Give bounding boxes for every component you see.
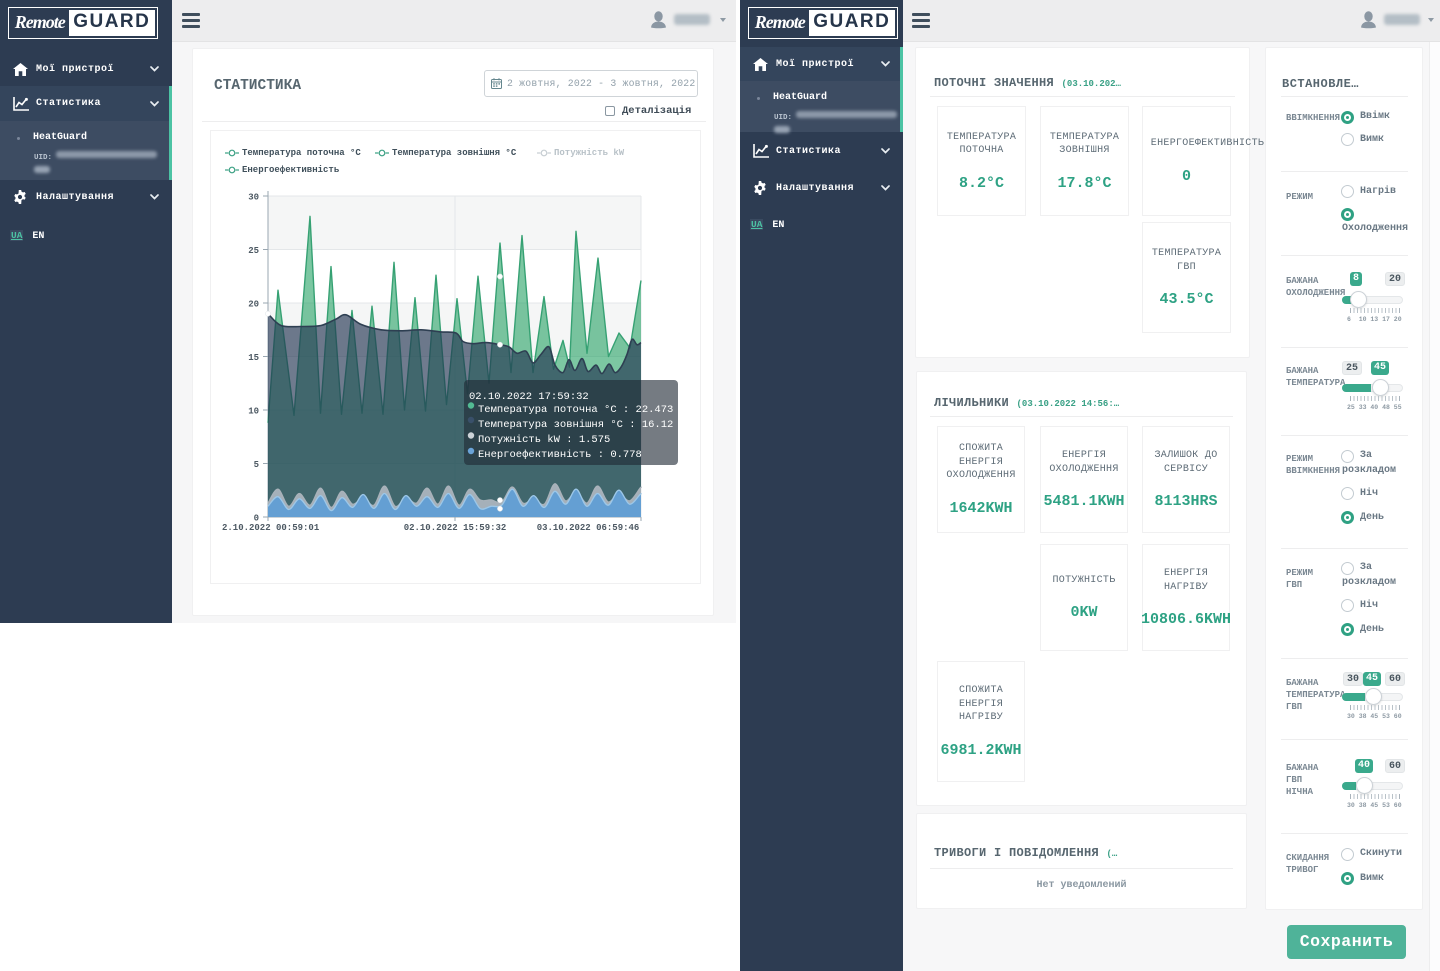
svg-text:20: 20 [248,300,259,310]
svg-text:30: 30 [248,193,259,203]
svg-text:02.10.2022 17:59:32: 02.10.2022 17:59:32 [469,391,589,403]
svg-text:5: 5 [254,460,259,470]
svg-text:0: 0 [254,514,259,524]
svg-text:Потужність kW : 1.575: Потужність kW : 1.575 [478,434,610,446]
svg-text:Температура поточна °C : 22.47: Температура поточна °C : 22.473 [478,404,673,416]
svg-text:02.10.2022 15:59:32: 02.10.2022 15:59:32 [404,523,507,533]
svg-text:25: 25 [248,246,259,256]
svg-text:Температура зовнішня °C : 16.1: Температура зовнішня °C : 16.12 [478,419,673,431]
svg-text:10: 10 [248,407,259,417]
svg-text:2.10.2022 00:59:01: 2.10.2022 00:59:01 [222,523,320,533]
svg-text:15: 15 [248,353,259,363]
svg-text:03.10.2022 06:59:46: 03.10.2022 06:59:46 [537,523,640,533]
svg-text:Енергоефективність : 0.778: Енергоефективність : 0.778 [478,448,642,461]
